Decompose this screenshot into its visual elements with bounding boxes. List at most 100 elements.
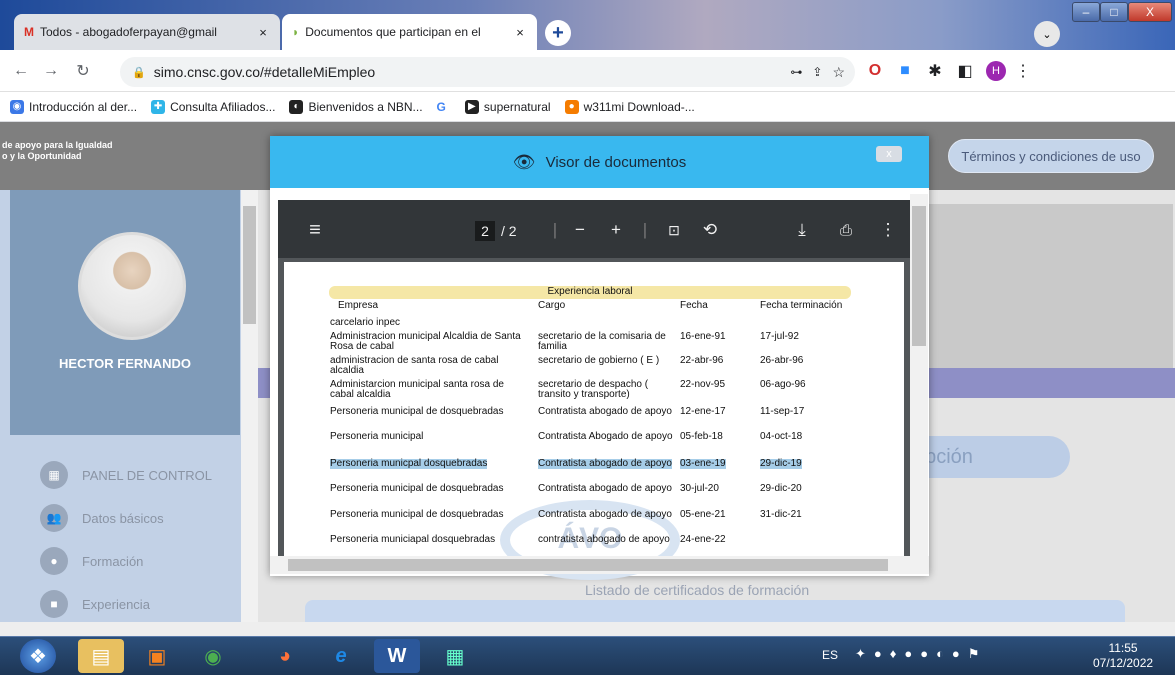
graduate-icon: ● [40,547,68,575]
cell-cargo: secretario de gobierno ( E ) [538,355,660,366]
new-tab-button[interactable]: + [545,20,571,46]
cell-empresa2: cabal alcaldia [330,389,391,400]
cell-cargo: Contratista Abogado de apoyo [538,431,673,442]
cell-fin: 26-abr-96 [760,355,804,366]
sidebar-item-experiencia[interactable]: ■ Experiencia [40,589,150,619]
viewer-scroll-thumb[interactable] [912,206,926,346]
tray-icons[interactable]: ✦●♦●●◐●⚑ [855,646,987,662]
page-indicator: 2 / 2 [475,220,529,242]
cell-empresa2: Rosa de cabal [330,341,394,352]
firefox-icon[interactable]: ◕ [262,639,308,673]
sidebar-item-panel[interactable]: ▦ PANEL DE CONTROL [40,460,212,490]
tab-label: Todos - abogadoferpayan@gmail [40,25,217,39]
cell-fin: 11-sep-17 [760,406,805,417]
bookmark-item[interactable]: ◐ Bienvenidos a NBN... [289,99,423,114]
fit-page-icon[interactable]: ⊡ [662,219,686,241]
menu-icon[interactable]: ⋮ [1010,58,1036,84]
url-text: simo.cnsc.gov.co/#detalleMiEmpleo [153,64,376,80]
gmail-icon: M [24,25,34,39]
pdf-toolbar [278,200,910,258]
minimize-button[interactable]: – [1072,2,1100,22]
listado-heading: Listado de certificados de formación [585,582,810,598]
maximize-button[interactable]: □ [1100,2,1128,22]
back-icon[interactable]: ← [8,58,34,84]
extensions-icon[interactable]: ✱ [922,58,948,84]
toolbar-divider: | [552,220,558,239]
forward-icon[interactable]: → [38,58,64,84]
toolbar-divider: | [642,220,648,239]
zoom-in-icon[interactable]: + [604,219,628,241]
cell-fin: 04-oct-18 [760,431,803,442]
column-header: Cargo [538,300,566,311]
profile-avatar[interactable]: H [983,58,1009,84]
bookmark-google[interactable]: G [437,100,451,114]
control-panel-icon[interactable]: ▦ [432,639,478,673]
cell-cargo2: transito y transporte) [538,389,630,400]
start-button[interactable]: ❖ [20,639,56,673]
people-icon: 👥 [40,504,68,532]
zoom-out-icon[interactable]: − [568,219,592,241]
word-icon[interactable]: W [374,639,420,673]
cell-fecha: 22-abr-96 [680,355,724,366]
lock-icon: 🔒 [132,66,146,79]
page-total: / 2 [501,223,517,239]
internet-explorer-icon[interactable]: e [318,639,364,673]
column-header: Fecha terminación [760,300,843,311]
address-bar[interactable]: 🔒 simo.cnsc.gov.co/#detalleMiEmpleo ⊶ ⇪ … [120,57,855,87]
chrome-icon[interactable]: ◉ [190,639,236,673]
terms-button[interactable]: Términos y condiciones de uso [948,139,1154,173]
share-icon[interactable]: ⇪ [812,65,822,79]
cell-fecha: 24-ene-22 [680,534,726,545]
cell-cargo2: familia [538,341,567,352]
more-options-icon[interactable]: ⋮ [878,219,898,241]
explorer-icon[interactable]: ▤ [78,639,124,673]
viewer-hscroll-thumb[interactable] [288,559,888,571]
star-icon[interactable]: ☆ [832,64,845,81]
zoom-extension-icon[interactable]: ■ [892,58,918,84]
cell-cargo: Contratista abogado de apoyo [538,483,672,494]
sidebar-item-datos[interactable]: 👥 Datos básicos [40,503,164,533]
reload-icon[interactable]: ↻ [70,58,96,84]
tab-documentos[interactable]: ◗ Documentos que participan en el × [282,14,537,50]
page-number-input[interactable]: 2 [475,221,495,241]
tab-gmail[interactable]: M Todos - abogadoferpayan@gmail × [14,14,280,50]
hamburger-menu-icon[interactable]: ≡ [300,219,330,241]
close-tab-icon[interactable]: × [256,25,270,40]
leaf-icon: ◗ [292,25,300,39]
bookmark-item[interactable]: ▶ supernatural [464,99,551,114]
cell-cargo: Contratista abogado de apoyo [538,406,672,417]
bookmark-item[interactable]: ● w311mi Download-... [564,99,695,114]
page-horizontal-scrollbar[interactable] [0,622,1175,636]
cell-empresa: Personeria municipal [330,431,424,442]
download-icon[interactable]: ⤓ [790,219,814,241]
tab-search-icon[interactable]: ⌄ [1034,21,1060,47]
cell-fecha: 12-ene-17 [680,406,726,417]
media-player-icon[interactable]: ▣ [134,639,180,673]
modal-title: Visor de documentos [545,153,687,171]
sidebar-item-formacion[interactable]: ● Formación [40,546,143,576]
print-icon[interactable]: ⎙ [834,219,858,241]
cell-fin: 06-ago-96 [760,379,806,390]
bookmark-item[interactable]: ◉ Introducción al der... [10,99,137,114]
cell-fin: 31-dic-21 [760,509,802,520]
modal-close-button[interactable]: x [876,146,902,162]
briefcase-icon: ■ [40,590,68,618]
cell-empresa: Personeria municipal de dosquebradas [330,406,504,417]
bookmark-item[interactable]: ✚ Consulta Afiliados... [151,99,275,114]
cell-empresa: carcelario inpec [330,317,401,328]
cell-fin: 17-jul-92 [760,331,799,342]
side-panel-icon[interactable]: ◧ [952,58,978,84]
key-icon[interactable]: ⊶ [790,65,802,79]
section-title: Experiencia laboral [329,286,851,299]
opera-extension-icon[interactable]: O [862,58,888,84]
system-clock[interactable]: 11:55 07/12/2022 [1093,641,1153,671]
cell-empresa: Personeria municpal dosquebradas [330,458,488,469]
rotate-icon[interactable]: ⟲ [698,219,722,241]
language-indicator[interactable]: ES [822,648,838,662]
close-tab-icon[interactable]: × [513,25,527,40]
cell-empresa: Personeria municiapal dosquebradas [330,534,496,545]
sidebar-scroll-thumb[interactable] [243,206,256,324]
cell-fecha: 30-jul-20 [680,483,719,494]
cell-empresa: Personeria municipal de dosquebradas [330,509,504,520]
close-window-button[interactable]: X [1128,2,1172,22]
